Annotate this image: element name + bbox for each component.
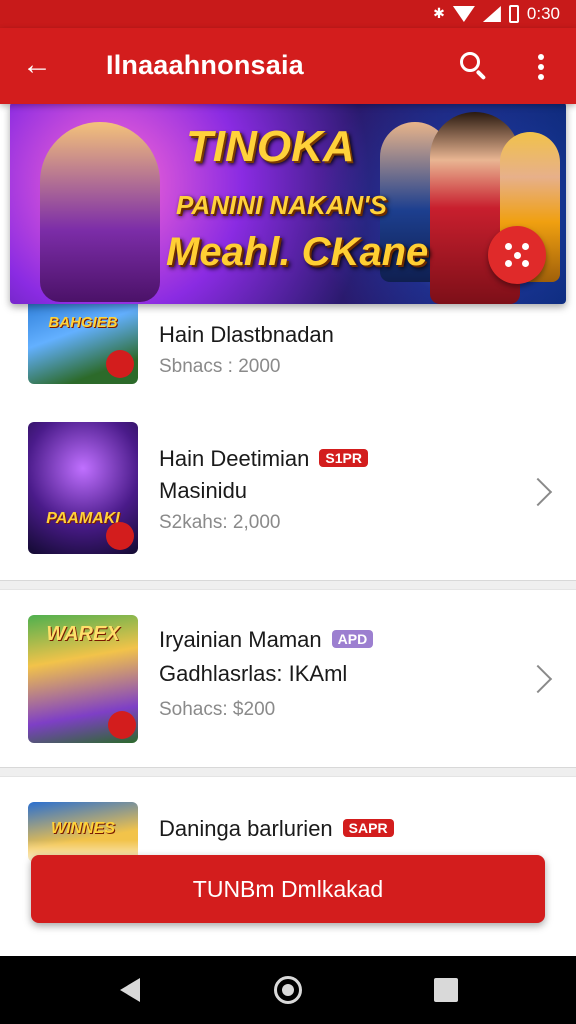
divider	[0, 580, 576, 590]
list-item[interactable]: BAHGIEB Hain Dlastbnadan Sbnacs : 2000	[0, 298, 576, 404]
item-title: Hain Deetimian S1PR	[159, 446, 368, 472]
item-meta: Sohacs: $200	[159, 699, 276, 720]
system-nav-bar	[0, 956, 576, 1024]
wifi-icon	[452, 6, 475, 22]
item-meta: S2kahs: 2,000	[159, 512, 281, 533]
banner-subtitle: PANINI NAKAN'S	[176, 190, 387, 220]
app-bar: ← Ilnaaahnonsaia	[0, 28, 576, 104]
banner-title: TINOKA	[186, 122, 355, 171]
item-subtitle: Gadhlasrlas: IKAml	[159, 661, 348, 686]
item-title: Iryainian Maman APD	[159, 627, 374, 653]
chevron-right-icon	[523, 477, 553, 507]
download-button[interactable]: TUNBm Dmlkakad	[31, 855, 545, 923]
nav-back-icon[interactable]	[120, 978, 140, 1002]
item-tag: S1PR	[319, 449, 368, 467]
list-item[interactable]: PAAMAKI Hain Deetimian S1PR Masinidu S2ka…	[0, 404, 576, 580]
item-tag: APD	[331, 630, 374, 648]
chevron-right-icon	[523, 664, 553, 694]
game-thumbnail: WAREX	[28, 615, 138, 743]
game-thumbnail: PAAMAKI	[28, 422, 138, 554]
list-item[interactable]: WAREX Iryainian Maman APD Gadhlasrlas: IK…	[0, 591, 576, 767]
game-thumbnail: BAHGIEB	[28, 298, 138, 384]
page-title: Ilnaaahnonsaia	[106, 50, 304, 80]
divider	[0, 767, 576, 777]
search-icon[interactable]	[458, 50, 490, 82]
more-vert-icon[interactable]	[532, 52, 550, 82]
banner-tagline: Meahl. CKane	[166, 230, 429, 274]
item-title: Daninga barlurien SAPR	[159, 816, 394, 842]
item-tag: SAPR	[342, 819, 394, 837]
nav-home-icon[interactable]	[274, 976, 302, 1004]
signal-icon	[482, 6, 501, 22]
promo-banner[interactable]: TINOKA PANINI NAKAN'S Meahl. CKane	[10, 102, 566, 304]
arrow-left-icon[interactable]: ←	[20, 48, 54, 82]
item-meta: Sbnacs : 2000	[159, 356, 281, 377]
status-bar: ✱ 0:30	[0, 0, 576, 28]
banner-hero-figure	[40, 122, 160, 302]
item-title: Hain Dlastbnadan	[159, 322, 334, 347]
item-subtitle: Masinidu	[159, 478, 248, 503]
status-time: 0:30	[526, 4, 560, 23]
nav-recents-icon[interactable]	[434, 978, 458, 1002]
dice-icon[interactable]	[488, 226, 546, 284]
bluetooth-icon: ✱	[433, 6, 445, 22]
battery-icon	[508, 5, 519, 23]
